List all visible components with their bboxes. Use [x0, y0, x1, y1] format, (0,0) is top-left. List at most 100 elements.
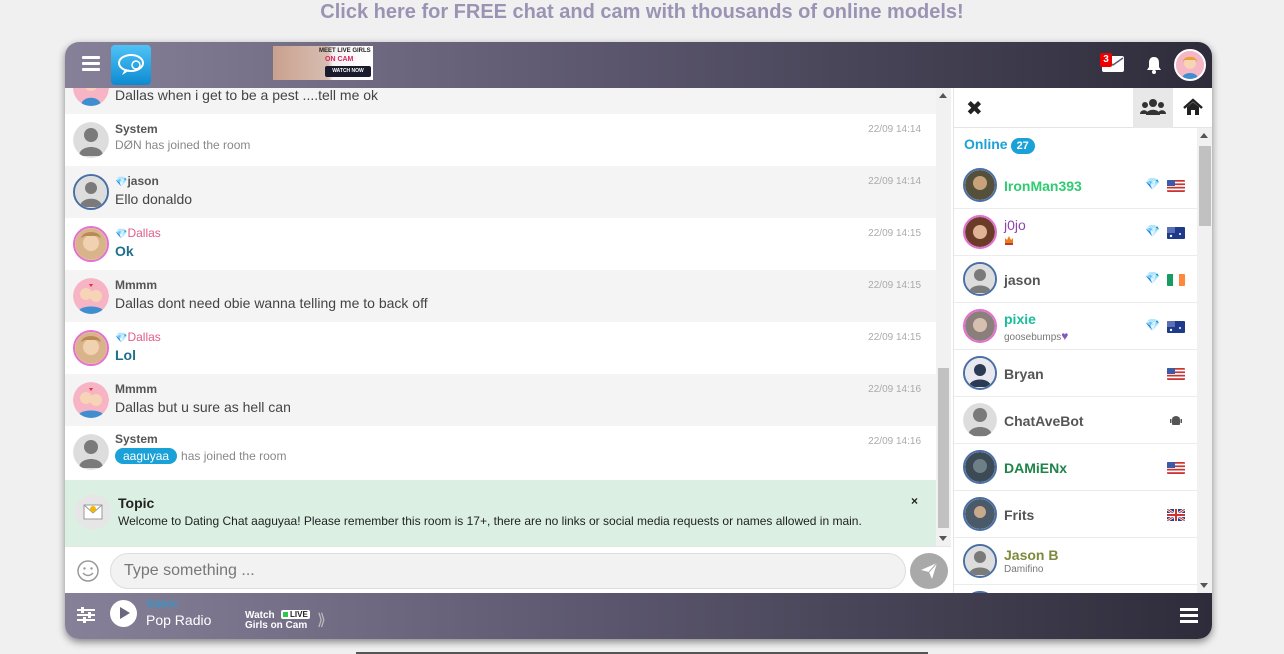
chat-app-window: MEET LIVE GIRLS ON CAM WATCH NOW 3 Dalla…: [65, 42, 1212, 639]
tab-users[interactable]: [1133, 88, 1173, 128]
site-logo[interactable]: [111, 45, 151, 85]
message-text: Lol: [115, 347, 136, 363]
topic-title: Topic: [118, 495, 155, 511]
watch-subline: Girls on Cam: [245, 620, 308, 631]
users-icon: [1140, 99, 1166, 115]
station-name[interactable]: Pop Radio: [146, 612, 211, 628]
sender-name[interactable]: 💎Dallas: [115, 226, 161, 240]
ad-subline: ON CAM: [325, 56, 354, 63]
message-time: 22/09 14:14: [868, 176, 921, 187]
message-input[interactable]: [110, 553, 906, 589]
list-item[interactable]: Bryan: [954, 350, 1197, 397]
scroll-up-icon[interactable]: [939, 93, 947, 98]
au-flag-icon: [1167, 321, 1185, 333]
avatar[interactable]: [73, 382, 109, 418]
user-avatar[interactable]: [1174, 49, 1206, 81]
list-item[interactable]: Jason B Damifino: [954, 538, 1197, 585]
message-time: 22/09 14:14: [868, 124, 921, 135]
promo-banner-link[interactable]: Click here for FREE chat and cam with th…: [0, 0, 1284, 26]
scroll-down-icon[interactable]: [1200, 583, 1208, 588]
sender-name[interactable]: System: [115, 122, 158, 136]
message-time: 22/09 14:15: [868, 280, 921, 291]
avatar[interactable]: [73, 122, 109, 158]
avatar[interactable]: [73, 226, 109, 262]
avatar: [963, 403, 997, 437]
list-item[interactable]: IronMan393 💎: [954, 162, 1197, 209]
list-item[interactable]: [954, 585, 1197, 593]
scroll-up-icon[interactable]: [1200, 133, 1208, 138]
watch-live-link[interactable]: Watch LIVE Girls on Cam ⟫: [245, 608, 326, 632]
list-item[interactable]: pixie goosebumps♥ 💎: [954, 303, 1197, 350]
chat-scrollbar[interactable]: [936, 88, 951, 546]
ie-flag-icon: [1167, 274, 1185, 286]
avatar[interactable]: [73, 330, 109, 366]
online-header: Online 27: [964, 136, 1035, 154]
message-text: Ok: [115, 243, 134, 259]
user-pill[interactable]: aaguyaa: [115, 448, 178, 464]
us-flag-icon: [1167, 368, 1185, 380]
message-text: aaguyaa has joined the room: [115, 448, 286, 464]
user-status: goosebumps♥: [1004, 329, 1069, 343]
message-time: 22/09 14:15: [868, 228, 921, 239]
chat-messages[interactable]: Dallas when i get to be a pest ....tell …: [65, 88, 936, 546]
avatar[interactable]: [73, 278, 109, 314]
list-item[interactable]: jason 💎: [954, 256, 1197, 303]
sender-name[interactable]: 💎Dallas: [115, 330, 161, 344]
scroll-down-icon[interactable]: [939, 536, 947, 541]
user-name: Jason B: [1004, 547, 1059, 563]
scrollbar-thumb[interactable]: [938, 368, 949, 528]
avatar: [963, 497, 997, 531]
message-text: Dallas when i get to be a pest ....tell …: [115, 88, 379, 103]
list-item[interactable]: Frits: [954, 491, 1197, 538]
topic-close-button[interactable]: ×: [911, 494, 918, 508]
crown-icon: [1005, 236, 1013, 245]
tab-home[interactable]: [1173, 88, 1212, 128]
play-button[interactable]: [110, 600, 137, 627]
user-name: jason: [1004, 272, 1041, 288]
chat-message: System DØN has joined the room 22/09 14:…: [65, 114, 936, 166]
chevron-right-icon: ⟫: [317, 612, 326, 629]
bell-icon[interactable]: [1144, 55, 1164, 75]
list-item[interactable]: ChatAveBot: [954, 397, 1197, 444]
chat-message: Mmmm Dallas dont need obie wanna telling…: [65, 270, 936, 322]
message-time: 22/09 14:16: [868, 384, 921, 395]
list-item[interactable]: j0jo 💎: [954, 209, 1197, 256]
user-list[interactable]: IronMan393 💎 j0jo 💎 jason 💎 pixie gooseb…: [954, 162, 1197, 593]
avatar[interactable]: [73, 174, 109, 210]
main-menu-icon[interactable]: [82, 56, 100, 72]
message-text: Dallas dont need obie wanna telling me t…: [115, 295, 428, 311]
ad-banner[interactable]: MEET LIVE GIRLS ON CAM WATCH NOW: [273, 46, 373, 80]
chat-message: Mmmm Dallas but u sure as hell can 22/09…: [65, 374, 936, 426]
ad-headline: MEET LIVE GIRLS: [319, 48, 371, 54]
avatar[interactable]: [73, 88, 109, 106]
chat-message: Dallas when i get to be a pest ....tell …: [65, 88, 936, 114]
scrollbar-thumb[interactable]: [1199, 146, 1211, 226]
avatar: [963, 168, 997, 202]
sender-name[interactable]: System: [115, 432, 158, 446]
diamond-icon: 💎: [115, 177, 128, 188]
sender-name[interactable]: Mmmm: [115, 382, 157, 396]
menu-icon[interactable]: [1180, 608, 1198, 624]
envelope-icon: [75, 494, 111, 530]
emoji-icon[interactable]: [77, 560, 99, 582]
diamond-icon: 💎: [1145, 177, 1160, 191]
sliders-icon[interactable]: [77, 607, 95, 623]
avatar[interactable]: [73, 434, 109, 470]
au-flag-icon: [1167, 227, 1185, 239]
message-text: Ello donaldo: [115, 191, 193, 207]
panel-scrollbar[interactable]: [1197, 128, 1212, 593]
send-button[interactable]: [910, 553, 948, 589]
list-item[interactable]: DAMiENx: [954, 444, 1197, 491]
chat-message: 💎Dallas Lol 22/09 14:15: [65, 322, 936, 374]
chat-message: 💎Dallas Ok 22/09 14:15: [65, 218, 936, 270]
ad-watch-button[interactable]: WATCH NOW: [325, 66, 371, 77]
topic-box: Topic Welcome to Dating Chat aaguyaa! Pl…: [65, 480, 936, 546]
avatar: [963, 450, 997, 484]
us-flag-icon: [1167, 462, 1185, 474]
sender-name[interactable]: Mmmm: [115, 278, 157, 292]
sender-name[interactable]: 💎jason: [115, 174, 159, 188]
close-icon[interactable]: ✖: [966, 96, 983, 121]
avatar: [963, 356, 997, 390]
bottom-bar: Station Pop Radio Watch LIVE Girls on Ca…: [65, 593, 1212, 639]
diamond-icon: 💎: [1145, 271, 1160, 285]
